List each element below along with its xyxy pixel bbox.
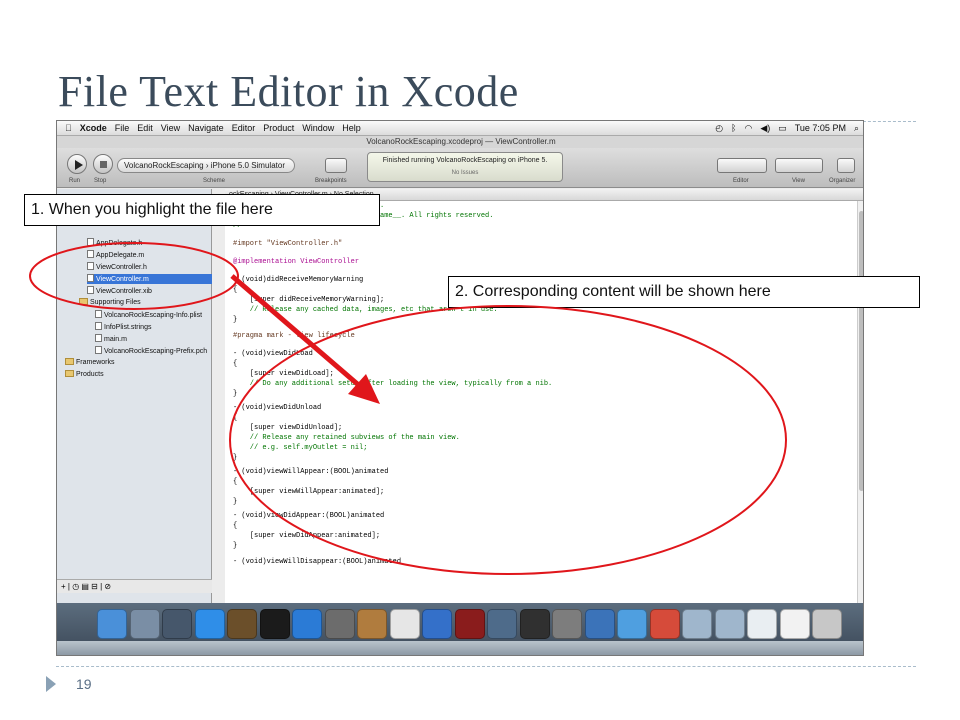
slide: File Text Editor in Xcode  Xcode File E… xyxy=(0,0,960,720)
footer-divider xyxy=(56,666,916,667)
slide-number: 19 xyxy=(76,676,92,692)
annotation-overlay xyxy=(29,242,787,575)
slide-bullet-icon xyxy=(46,676,56,692)
file-highlight-ellipse xyxy=(29,242,239,310)
